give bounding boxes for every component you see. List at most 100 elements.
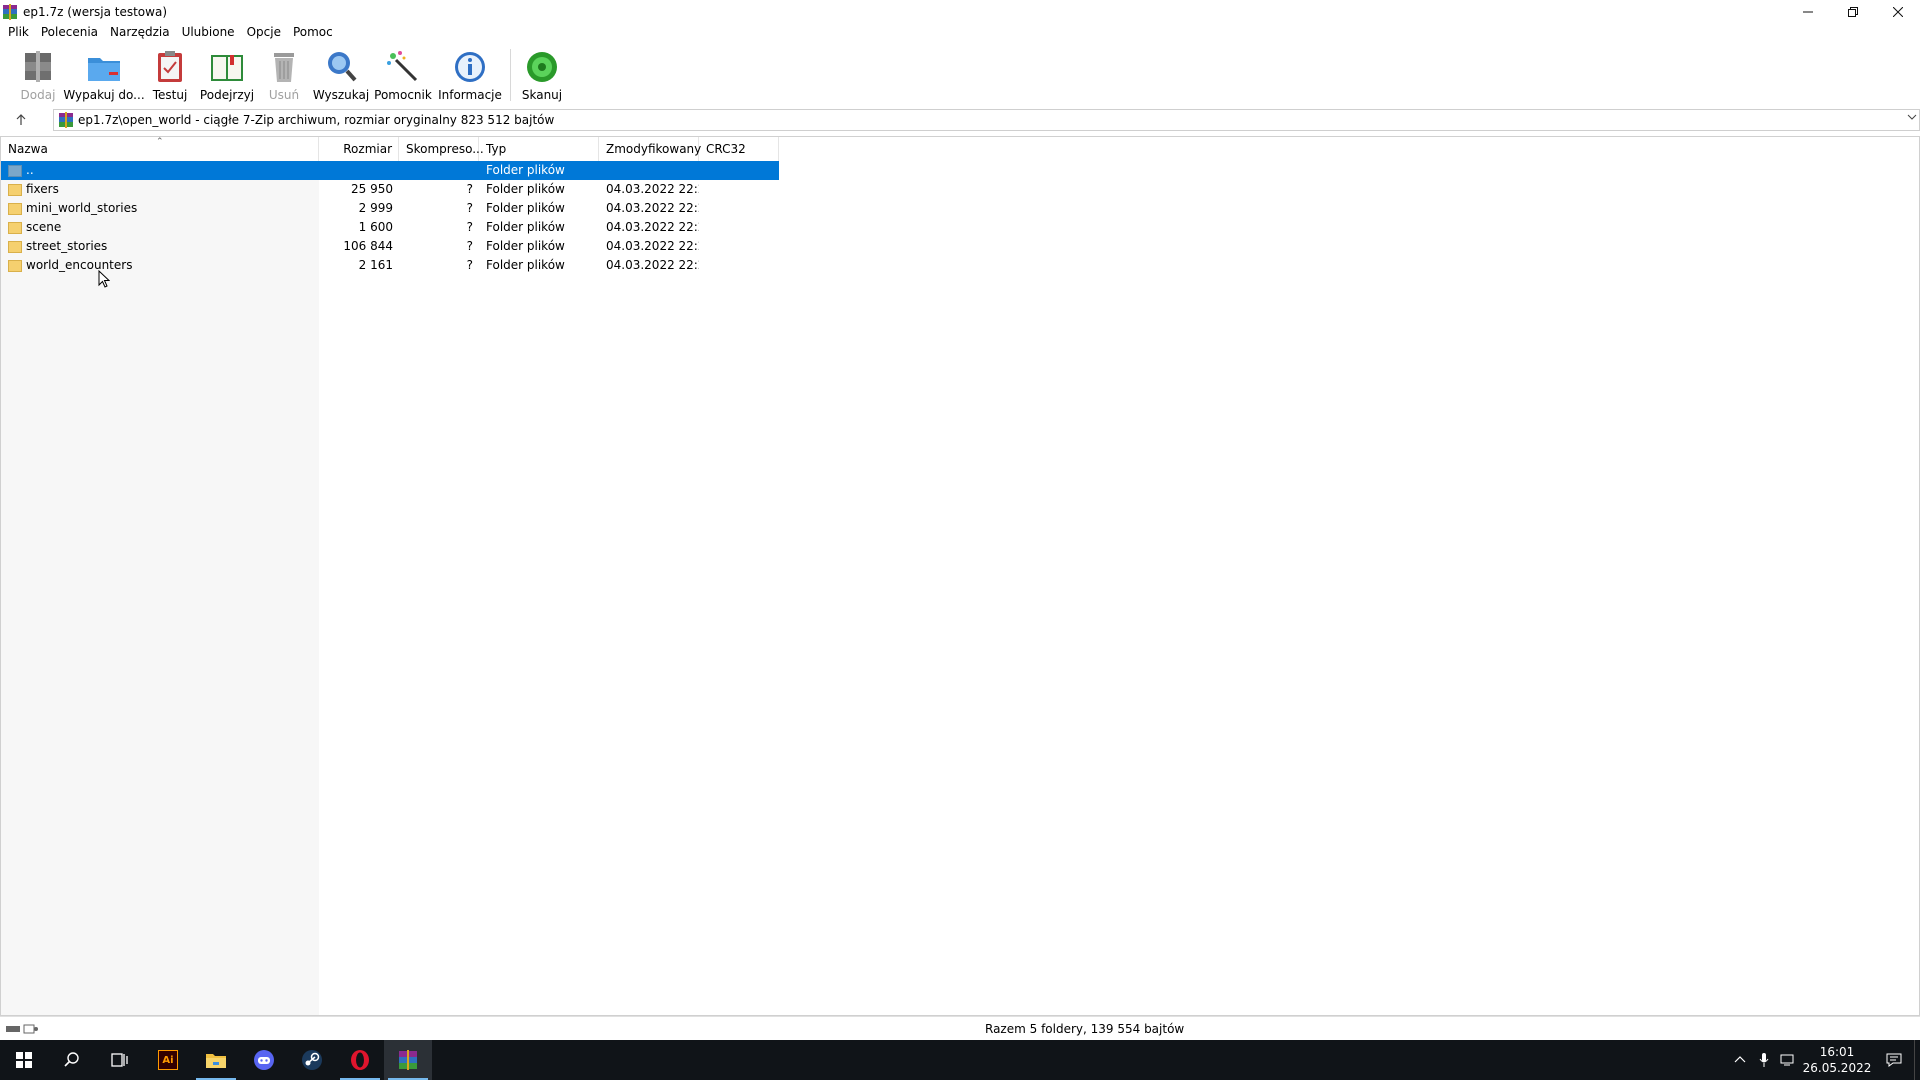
notification-icon (1886, 1053, 1902, 1067)
drive-status-icon (6, 1024, 38, 1034)
extract-to-label: Wypakuj do... (63, 88, 145, 102)
folder-icon (8, 240, 22, 253)
extract-to-button[interactable]: Wypakuj do... (63, 44, 145, 106)
table-row[interactable]: mini_world_stories 2 999 ? Folder plików… (1, 199, 779, 218)
taskbar-opera[interactable] (336, 1040, 384, 1080)
view-label: Podejrzyj (199, 88, 255, 102)
table-row[interactable]: world_encounters 2 161 ? Folder plików 0… (1, 256, 779, 275)
test-button[interactable]: Testuj (142, 44, 198, 106)
column-modified[interactable]: Zmodyfikowany (599, 137, 701, 161)
minimize-button[interactable] (1785, 0, 1830, 23)
scan-label: Skanuj (521, 88, 563, 102)
column-type[interactable]: Typ (479, 137, 599, 161)
toolbar-separator (510, 49, 511, 101)
task-view-button[interactable] (96, 1040, 144, 1080)
clock-time: 16:01 (1819, 1045, 1855, 1059)
clock-date: 26.05.2022 (1802, 1061, 1872, 1075)
chevron-up-icon[interactable] (1728, 1040, 1752, 1080)
mouse-cursor-icon (98, 270, 110, 288)
taskbar-steam[interactable] (288, 1040, 336, 1080)
arrow-up-icon (16, 114, 26, 125)
folder-icon (8, 183, 22, 196)
address-bar[interactable]: ep1.7z\open_world - ciągłe 7-Zip archiwu… (53, 109, 1920, 131)
chevron-down-icon[interactable] (1907, 112, 1917, 125)
taskbar-discord[interactable] (240, 1040, 288, 1080)
add-label: Dodaj (20, 88, 56, 102)
scan-button[interactable]: Skanuj (517, 44, 567, 106)
file-explorer-icon (206, 1054, 226, 1068)
menu-plik[interactable]: Plik (2, 22, 35, 42)
up-one-level-button[interactable] (0, 108, 42, 132)
system-tray: 16:01 26.05.2022 (1728, 1040, 1920, 1080)
view-button[interactable]: Podejrzyj (198, 44, 256, 106)
column-name[interactable]: ⌃ Nazwa (1, 137, 319, 161)
list-header: ⌃ Nazwa Rozmiar Skompreso... Typ Zmodyfi… (1, 137, 1919, 161)
find-label: Wyszukaj (312, 88, 370, 102)
view-book-icon (208, 48, 246, 86)
table-row[interactable]: .. Folder plików (1, 161, 779, 180)
taskbar-illustrator[interactable]: Ai (144, 1040, 192, 1080)
close-button[interactable] (1875, 0, 1920, 23)
taskbar-file-explorer[interactable] (192, 1040, 240, 1080)
info-label: Informacje (438, 88, 502, 102)
network-icon[interactable] (1776, 1040, 1800, 1080)
winrar-icon (399, 1050, 417, 1070)
folder-icon (8, 221, 22, 234)
menu-bar: Plik Polecenia Narzędzia Ulubione Opcje … (0, 22, 339, 42)
start-button[interactable] (0, 1040, 48, 1080)
wizard-button[interactable]: Pomocnik (370, 44, 436, 106)
title-bar: ep1.7z (wersja testowa) (0, 0, 1920, 23)
taskbar: Ai 16:01 26.05.2022 (0, 1040, 1920, 1080)
minimize-icon (1802, 11, 1813, 12)
taskbar-search-button[interactable] (48, 1040, 96, 1080)
address-row: ep1.7z\open_world - ciągłe 7-Zip archiwu… (0, 108, 1920, 132)
folder-icon (8, 259, 22, 272)
archive-icon (58, 112, 74, 128)
column-crc32[interactable]: CRC32 (699, 137, 779, 161)
status-bar: Razem 5 foldery, 139 554 bajtów (0, 1016, 1920, 1040)
menu-pomoc[interactable]: Pomoc (287, 22, 339, 42)
window-title: ep1.7z (wersja testowa) (23, 4, 167, 19)
show-desktop-button[interactable] (1914, 1040, 1920, 1080)
delete-button[interactable]: Usuń (256, 44, 312, 106)
winrar-app-icon[interactable] (2, 3, 18, 20)
menu-polecenia[interactable]: Polecenia (35, 22, 104, 42)
start-icon (16, 1052, 32, 1068)
taskbar-winrar[interactable] (384, 1040, 432, 1080)
add-archive-icon (19, 48, 57, 86)
folder-icon (8, 202, 22, 215)
address-path: ep1.7z\open_world - ciągłe 7-Zip archiwu… (78, 113, 555, 127)
info-icon (451, 48, 489, 86)
delete-label: Usuń (268, 88, 300, 102)
clock[interactable]: 16:01 26.05.2022 (1800, 1044, 1874, 1076)
search-icon (64, 1052, 79, 1067)
restore-button[interactable] (1830, 0, 1875, 23)
find-button[interactable]: Wyszukaj (312, 44, 370, 106)
steam-icon (302, 1050, 322, 1070)
table-row[interactable]: scene 1 600 ? Folder plików 04.03.2022 2… (1, 218, 779, 237)
trash-icon (265, 48, 303, 86)
microphone-icon[interactable] (1752, 1040, 1776, 1080)
restore-icon (1847, 6, 1858, 17)
file-list[interactable]: ⌃ Nazwa Rozmiar Skompreso... Typ Zmodyfi… (0, 136, 1920, 1016)
column-size[interactable]: Rozmiar (319, 137, 399, 161)
notifications-button[interactable] (1874, 1040, 1914, 1080)
table-row[interactable]: street_stories 106 844 ? Folder plików 0… (1, 237, 779, 256)
menu-opcje[interactable]: Opcje (241, 22, 287, 42)
add-button[interactable]: Dodaj (10, 44, 66, 106)
table-row[interactable]: fixers 25 950 ? Folder plików 04.03.2022… (1, 180, 779, 199)
close-icon (1892, 6, 1903, 17)
wizard-label: Pomocnik (374, 88, 432, 102)
sort-ascending-icon: ⌃ (156, 137, 164, 147)
menu-ulubione[interactable]: Ulubione (176, 22, 241, 42)
test-label: Testuj (152, 88, 188, 102)
parent-folder-icon (8, 164, 22, 177)
opera-icon (351, 1050, 369, 1070)
column-compressed[interactable]: Skompreso... (399, 137, 484, 161)
extract-folder-icon (85, 48, 123, 86)
wizard-wand-icon (384, 48, 422, 86)
menu-narzedzia[interactable]: Narzędzia (104, 22, 176, 42)
toolbar: Dodaj Wypakuj do... Testuj Podejrzyj Usu… (0, 44, 1920, 106)
discord-icon (254, 1050, 274, 1070)
info-button[interactable]: Informacje (436, 44, 504, 106)
